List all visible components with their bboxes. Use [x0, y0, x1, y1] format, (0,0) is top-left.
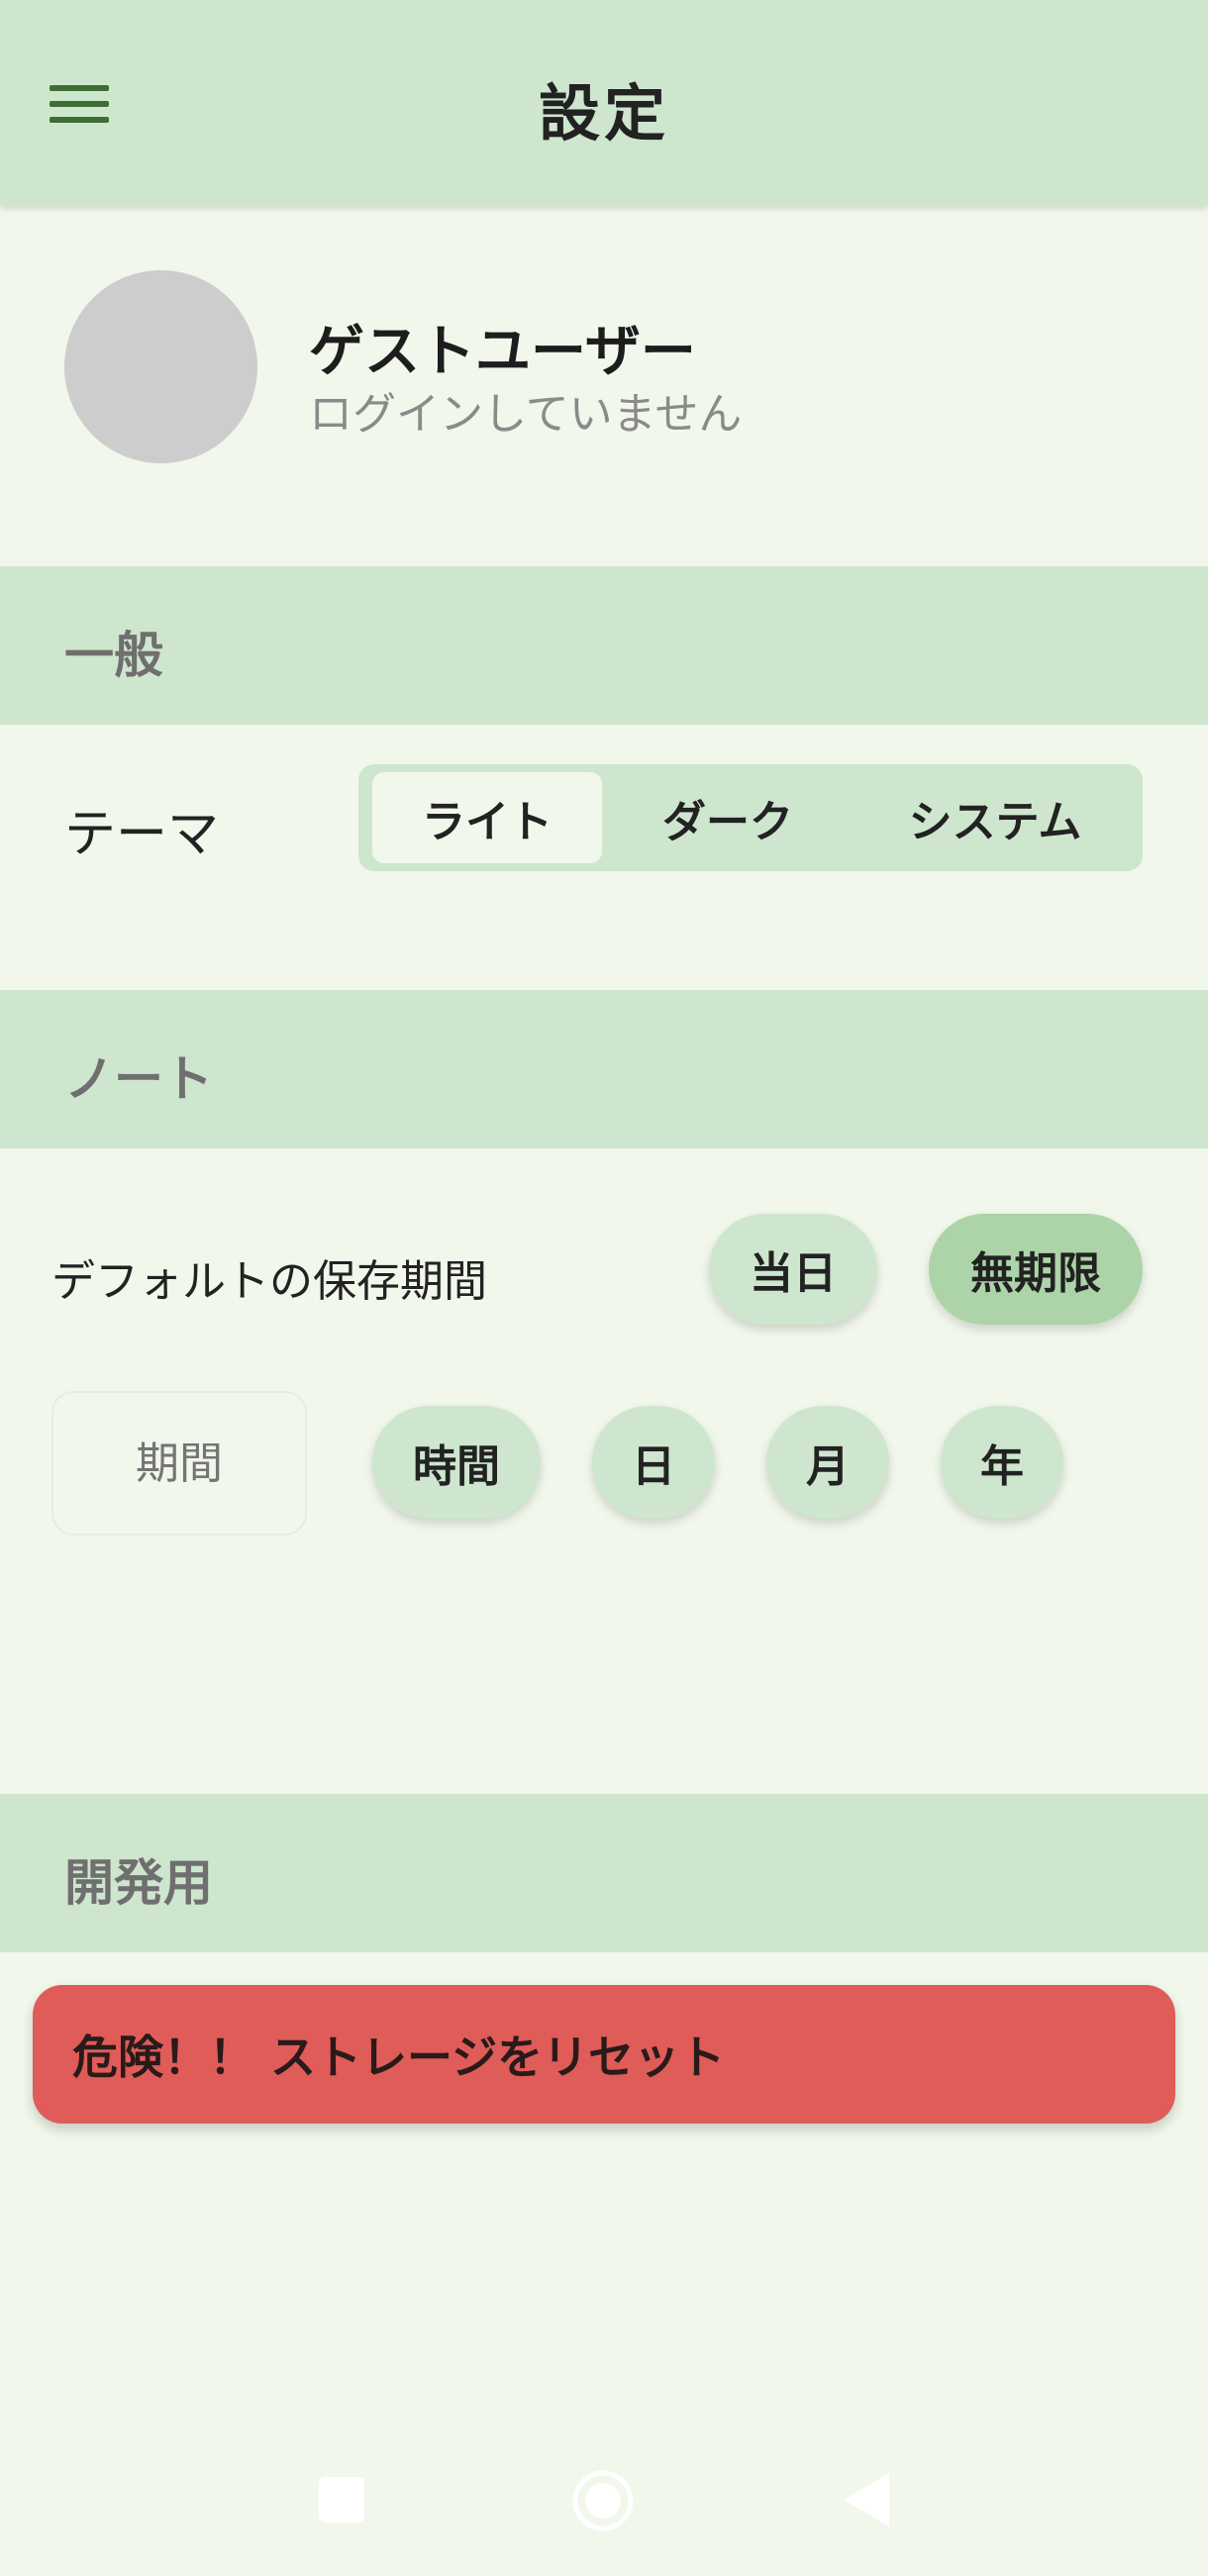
default-retention-label: デフォルトの保存期間 [51, 1256, 487, 1307]
period-input[interactable] [51, 1391, 307, 1536]
section-title-dev: 開発用 [64, 1854, 213, 1912]
unit-year-chip[interactable]: 年 [941, 1406, 1063, 1519]
reset-storage-button[interactable]: 危険！！ ストレージをリセット [33, 1985, 1175, 2124]
section-header-note: ノート [0, 990, 1208, 1148]
avatar [64, 270, 257, 463]
section-title-general: 一般 [64, 627, 163, 684]
unit-day-chip[interactable]: 日 [592, 1406, 715, 1519]
theme-segmented-control: ライト ダーク システム [358, 764, 1143, 871]
section-header-general: 一般 [0, 566, 1208, 725]
retention-option-today[interactable]: 当日 [709, 1214, 877, 1325]
theme-option-light[interactable]: ライト [372, 772, 602, 863]
circle-home-icon[interactable] [571, 2469, 635, 2532]
theme-option-dark[interactable]: ダーク [608, 772, 848, 863]
login-status: ログインしていません [309, 389, 743, 440]
app-bar: 設定 [0, 0, 1208, 206]
section-header-dev: 開発用 [0, 1794, 1208, 1952]
theme-option-system[interactable]: システム [857, 772, 1133, 863]
system-nav-bar [0, 2435, 1208, 2576]
square-recent-apps-icon[interactable] [319, 2477, 364, 2523]
retention-option-forever[interactable]: 無期限 [929, 1214, 1143, 1325]
profile-card: ゲストユーザー ログインしていません [0, 228, 1208, 535]
unit-hour-chip[interactable]: 時間 [372, 1406, 541, 1519]
triangle-back-icon[interactable] [842, 2471, 891, 2528]
section-title-note: ノート [64, 1050, 213, 1108]
user-name: ゲストユーザー [309, 320, 696, 384]
theme-label: テーマ [64, 805, 220, 864]
unit-month-chip[interactable]: 月 [766, 1406, 889, 1519]
page-title: 設定 [538, 77, 669, 149]
